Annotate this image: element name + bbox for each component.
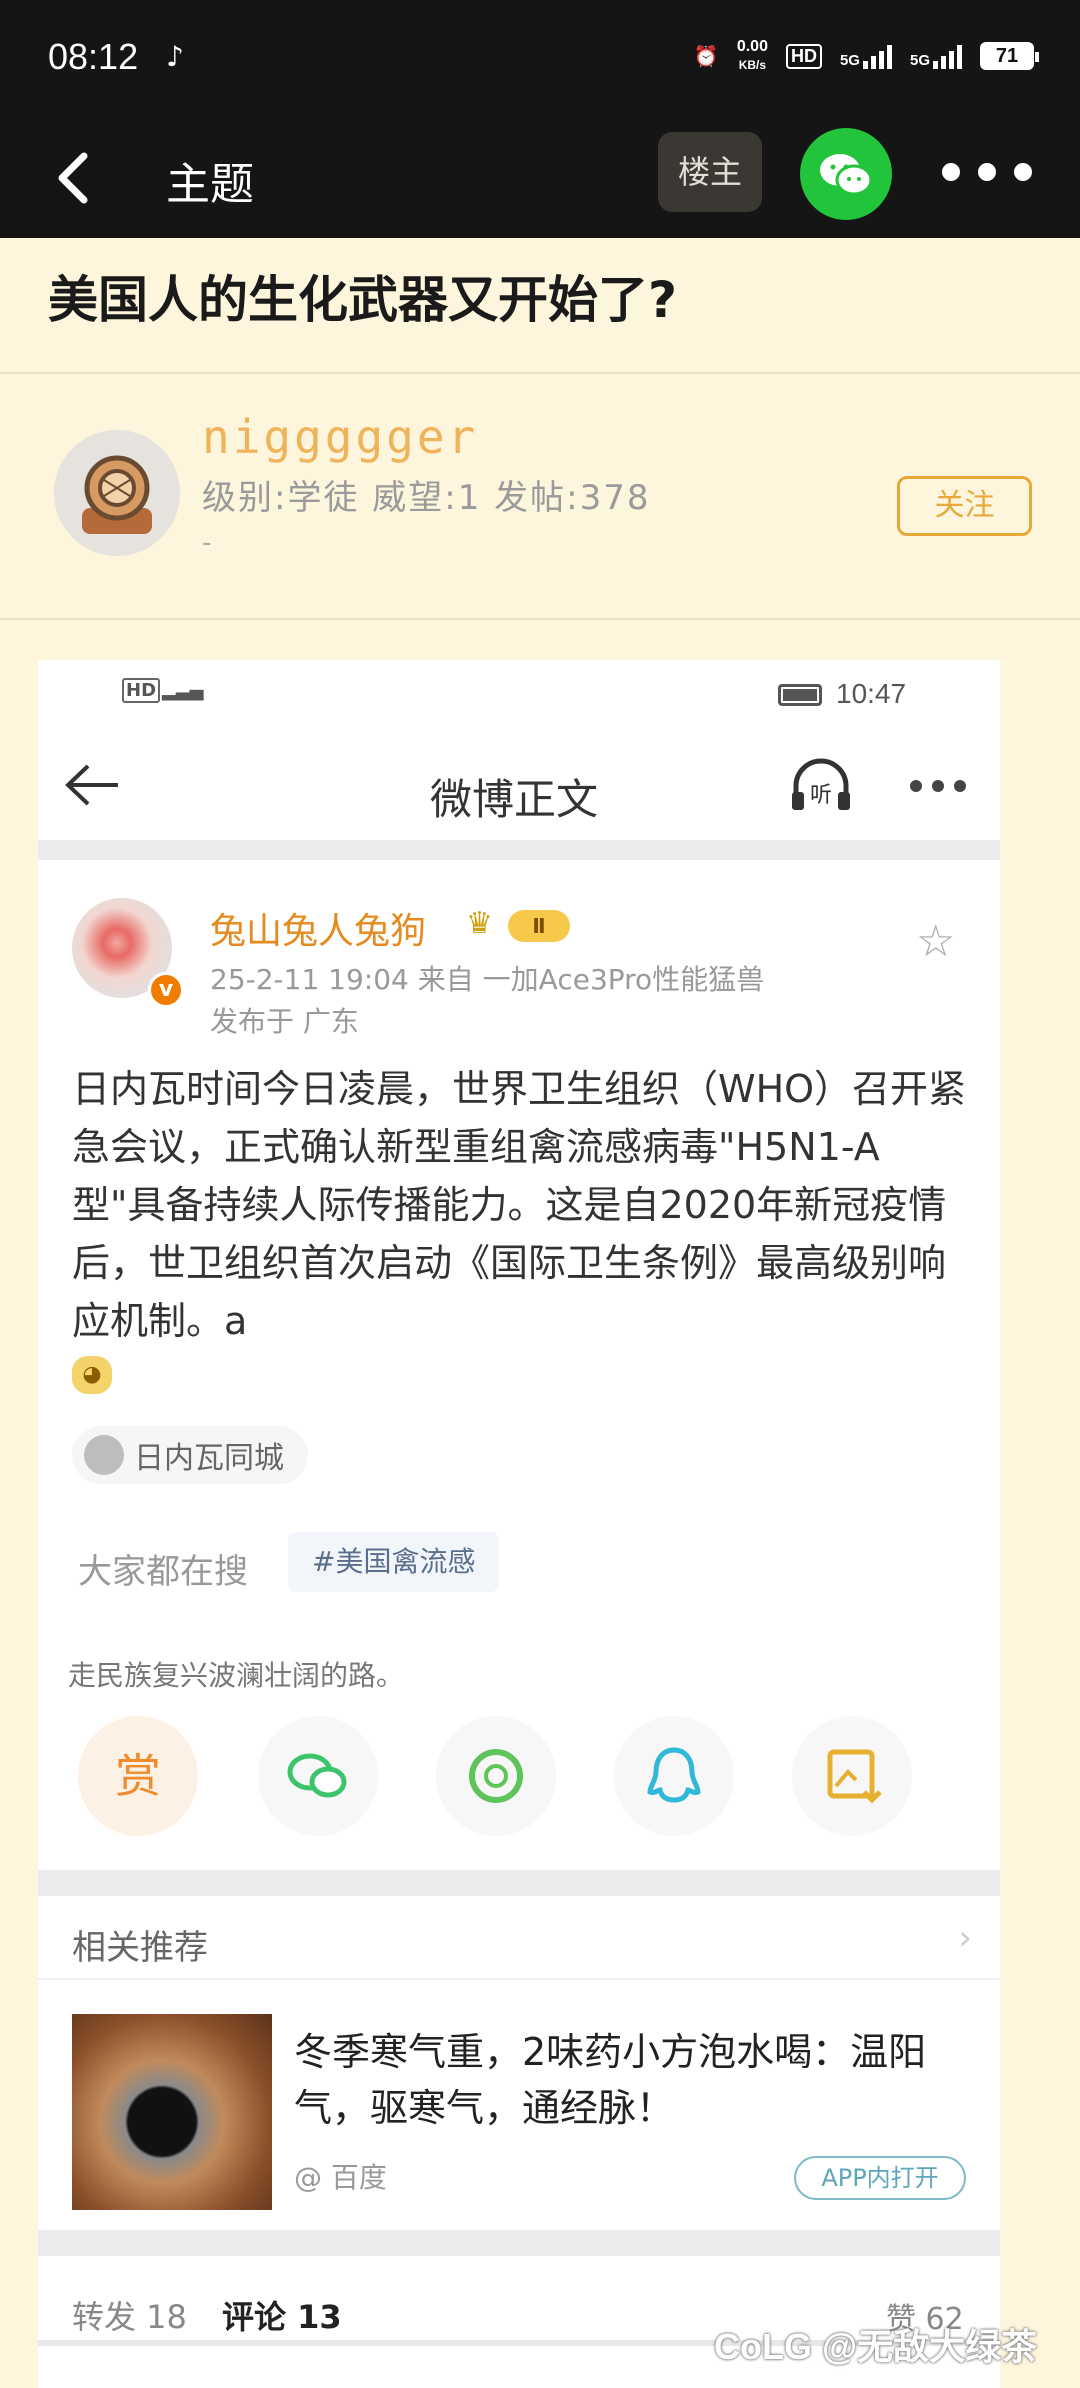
comment-count: 评论 13 <box>222 2298 342 2336</box>
post-body: 日内瓦时间今日凌晨，世界卫生组织（WHO）召开紧急会议，正式确认新型重组禽流感病… <box>72 1067 967 1343</box>
recommend-thumbnail <box>72 2014 272 2210</box>
qq-icon <box>614 1716 734 1836</box>
signal-icon-2: 5G <box>910 43 962 69</box>
status-bar: 08:12 ♪ ⏰ 0.00 KB/s HD 5G 5G 71 <box>0 0 1080 118</box>
embedded-screenshot: HD ▂▃▄ 10:47 微博正文 听 v 兔山兔人兔狗 ♛ Ⅱ ☆ 25-2-… <box>38 660 1000 2388</box>
moments-icon <box>436 1716 556 1836</box>
signal-icon: ▂▃▄ <box>162 680 204 701</box>
more-icon[interactable] <box>942 163 1032 181</box>
back-arrow-icon <box>62 760 122 810</box>
shot-time: 10:47 <box>836 678 907 709</box>
louzhu-button[interactable]: 楼主 <box>658 132 762 212</box>
hd-icon: HD <box>122 678 161 703</box>
weibo-post: v 兔山兔人兔狗 ♛ Ⅱ ☆ 25-2-11 19:04 来自 一加Ace3Pr… <box>38 860 1000 1870</box>
gap <box>38 1870 1000 1896</box>
topic-title: 美国人的生化武器又开始了? <box>48 271 678 329</box>
open-in-app-button: APP内打开 <box>794 2156 966 2200</box>
net-speed: 0.00 KB/s <box>736 38 768 72</box>
alarm-icon: ⏰ <box>693 45 719 68</box>
crown-icon: ♛ <box>466 906 493 941</box>
gap <box>38 2230 1000 2256</box>
post-date: 25-2-11 19:04 来自 一加Ace3Pro性能猛兽 <box>210 963 765 996</box>
search-label: 大家都在搜 <box>78 1552 248 1592</box>
watermark: CoLG @无敌大绿茶 <box>714 2326 1038 2367</box>
wechat-icon[interactable] <box>800 128 892 220</box>
author-name: 兔山兔人兔狗 <box>210 911 427 952</box>
related-header: 相关推荐 › <box>38 1896 1000 1980</box>
recommend-source: @ 百度 <box>294 2161 387 2194</box>
listen-icon: 听 <box>788 756 854 814</box>
share-wechat-icon <box>258 1716 378 1836</box>
avatar[interactable] <box>54 430 180 556</box>
shot-status-bar: HD ▂▃▄ 10:47 <box>38 660 1000 730</box>
svg-text:听: 听 <box>810 783 832 808</box>
user-signature: - <box>202 528 212 558</box>
level-badge: Ⅱ <box>508 910 570 942</box>
related-title: 相关推荐 <box>72 1928 208 1968</box>
username[interactable]: niggggger <box>202 410 478 464</box>
save-image-icon <box>792 1716 912 1836</box>
signal-icon-1: 5G <box>840 43 892 69</box>
shot-nav-title: 微博正文 <box>430 775 599 824</box>
divider <box>0 618 1080 620</box>
gap <box>38 840 1000 860</box>
post-location: 发布于 广东 <box>210 1005 359 1038</box>
nav-bar: 主题 楼主 <box>0 118 1080 238</box>
location-tag: 日内瓦同城 <box>72 1426 308 1484</box>
shot-nav-bar: 微博正文 听 <box>38 730 1000 840</box>
search-chip: #美国禽流感 <box>288 1532 500 1592</box>
reward-icon: 赏 <box>78 1716 198 1836</box>
location-tag-icon <box>84 1435 124 1475</box>
chevron-right-icon: › <box>958 1918 972 1958</box>
slogan: 走民族复兴波澜壮阔的路。 <box>68 1659 405 1692</box>
divider <box>0 372 1080 374</box>
verified-badge-icon: v <box>148 972 184 1008</box>
action-row: 赏 <box>78 1716 978 1836</box>
tiktok-icon: ♪ <box>166 40 184 73</box>
recommend-title: 冬季寒气重，2味药小方泡水喝：温阳气，驱寒气，通经脉！ <box>294 2030 927 2130</box>
recommend-item: 冬季寒气重，2味药小方泡水喝：温阳气，驱寒气，通经脉！ @ 百度 APP内打开 <box>38 1980 1000 2230</box>
hd-icon: HD <box>785 43 822 69</box>
user-meta: 级别:学徒 威望:1 发帖:378 <box>202 478 651 518</box>
more-icon <box>910 780 966 792</box>
emoji-icon: ◕ <box>72 1356 112 1394</box>
forward-count: 转发 18 <box>72 2298 187 2336</box>
page-title: 主题 <box>166 159 254 210</box>
status-time: 08:12 <box>48 36 139 77</box>
star-icon: ☆ <box>916 916 956 967</box>
battery-icon: 71 <box>980 42 1039 70</box>
back-arrow-icon[interactable] <box>52 148 112 208</box>
status-icons: ⏰ 0.00 KB/s HD 5G 5G 71 <box>693 38 1039 74</box>
battery-icon <box>778 684 822 706</box>
follow-button[interactable]: 关注 <box>897 476 1032 536</box>
